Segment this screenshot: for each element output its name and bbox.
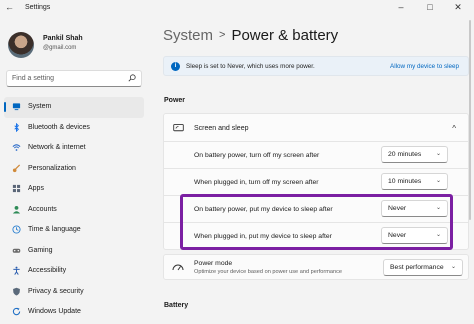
battery-screen-off-dropdown[interactable]: 20 minutes ⌄	[381, 146, 448, 163]
info-bar: i Sleep is set to Never, which uses more…	[163, 56, 469, 76]
power-mode-row: Power mode Optimize your device based on…	[163, 254, 469, 280]
sidebar-item-network[interactable]: Network & internet	[4, 138, 144, 159]
breadcrumb: System > Power & battery	[163, 27, 338, 44]
dropdown-value: 20 minutes	[388, 151, 422, 158]
chevron-down-icon: ⌄	[450, 264, 456, 270]
page-title: Power & battery	[231, 27, 339, 44]
power-mode-icon	[172, 264, 184, 271]
sidebar-item-label: Time & language	[28, 226, 81, 233]
brush-icon	[12, 163, 21, 172]
power-mode-subtitle: Optimize your device based on power use …	[194, 269, 343, 275]
screen-and-sleep-header[interactable]: Screen and sleep ^	[163, 113, 469, 142]
search-placeholder: Find a setting	[12, 75, 55, 82]
sidebar-item-label: Bluetooth & devices	[28, 123, 90, 131]
allow-sleep-link[interactable]: Allow my device to sleep	[390, 63, 459, 70]
setting-label: On battery power, turn off my screen aft…	[194, 152, 320, 159]
search-input[interactable]: Find a setting	[6, 70, 142, 87]
person-icon	[12, 205, 21, 214]
sidebar-item-label: Accounts	[28, 205, 57, 213]
sidebar-item-label: System	[28, 103, 52, 110]
minimize-button[interactable]: –	[387, 0, 415, 14]
highlight-box	[180, 194, 453, 250]
plugged-screen-off-dropdown[interactable]: 10 minutes ⌄	[381, 173, 448, 190]
screen-sleep-icon	[173, 124, 184, 132]
power-mode-dropdown[interactable]: Best performance ⌄	[383, 259, 463, 276]
dropdown-value: 10 minutes	[388, 178, 422, 185]
back-arrow-icon[interactable]: ←	[5, 2, 14, 12]
sidebar-item-label: Network & internet	[28, 144, 86, 151]
apps-icon	[12, 184, 21, 193]
sidebar-nav: System Bluetooth & devices Network & int…	[4, 97, 144, 323]
accessibility-icon	[13, 266, 20, 275]
sidebar-item-label: Windows Update	[28, 308, 81, 315]
avatar[interactable]	[8, 32, 34, 58]
sidebar-item-system[interactable]: System	[4, 97, 144, 118]
sidebar-item-bluetooth[interactable]: Bluetooth & devices	[4, 118, 144, 139]
chevron-up-icon[interactable]: ^	[452, 124, 456, 133]
bluetooth-icon	[14, 122, 20, 132]
screen-and-sleep-title: Screen and sleep	[194, 125, 249, 132]
sidebar-item-label: Gaming	[28, 246, 53, 254]
sidebar-item-gaming[interactable]: Gaming	[4, 241, 144, 262]
update-icon	[12, 307, 21, 316]
scrollbar[interactable]	[469, 20, 471, 220]
setting-row-plugged-screen-off: When plugged in, turn off my screen afte…	[163, 169, 469, 196]
sidebar-item-time-language[interactable]: Time & language	[4, 220, 144, 241]
info-icon: i	[171, 62, 180, 71]
section-label-battery: Battery	[164, 302, 189, 309]
setting-row-battery-screen-off: On battery power, turn off my screen aft…	[163, 142, 469, 169]
user-name: Pankil Shah	[43, 35, 83, 42]
globe-clock-icon	[12, 225, 21, 234]
chevron-down-icon: ⌄	[435, 178, 441, 184]
sidebar-item-apps[interactable]: Apps	[4, 179, 144, 200]
controller-icon	[12, 248, 21, 253]
chevron-down-icon: ⌄	[435, 151, 441, 157]
sidebar-item-accounts[interactable]: Accounts	[4, 200, 144, 221]
wifi-icon	[12, 144, 21, 151]
shield-icon	[13, 287, 20, 295]
info-text: Sleep is set to Never, which uses more p…	[186, 63, 315, 70]
sidebar-item-accessibility[interactable]: Accessibility	[4, 261, 144, 282]
title-bar: ← Settings – □ ✕	[0, 0, 474, 16]
sidebar-item-label: Apps	[28, 185, 44, 192]
breadcrumb-separator: >	[219, 29, 226, 41]
maximize-button[interactable]: □	[416, 0, 444, 14]
power-mode-title: Power mode	[194, 260, 233, 267]
sidebar-item-personalization[interactable]: Personalization	[4, 159, 144, 180]
system-icon	[12, 103, 21, 111]
sidebar-item-privacy-security[interactable]: Privacy & security	[4, 282, 144, 303]
window-title: Settings	[25, 4, 51, 11]
dropdown-value: Best performance	[390, 264, 444, 271]
search-icon	[128, 74, 136, 82]
setting-label: When plugged in, turn off my screen afte…	[194, 179, 319, 186]
sidebar-item-label: Accessibility	[28, 267, 67, 274]
close-button[interactable]: ✕	[444, 0, 472, 14]
section-label-power: Power	[164, 97, 186, 104]
user-email: @gmail.com	[43, 45, 77, 51]
sidebar-item-windows-update[interactable]: Windows Update	[4, 302, 144, 323]
sidebar-item-label: Privacy & security	[28, 287, 84, 295]
sidebar-item-label: Personalization	[28, 164, 76, 172]
breadcrumb-parent[interactable]: System	[163, 27, 213, 44]
